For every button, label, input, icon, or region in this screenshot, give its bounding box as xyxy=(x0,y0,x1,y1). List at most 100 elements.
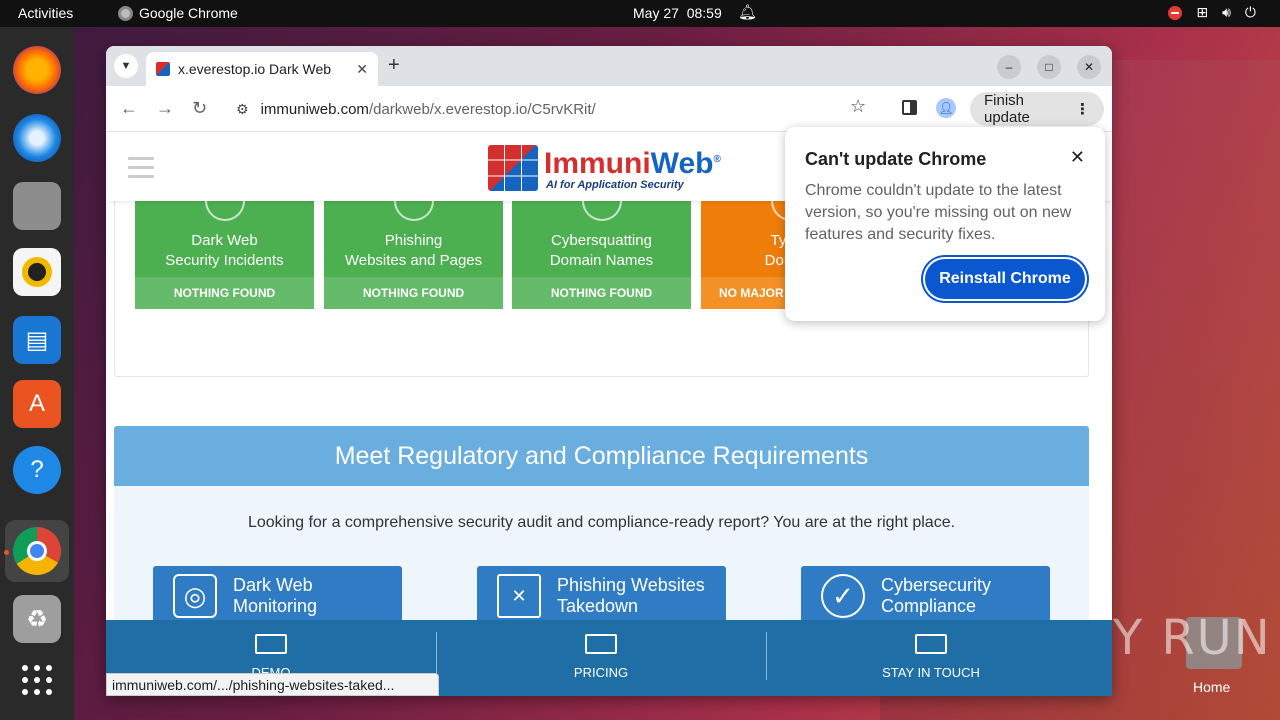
url-host: immuniweb.com xyxy=(260,100,369,118)
logo-web: Web xyxy=(650,147,714,180)
close-window-button[interactable]: ✕ xyxy=(1077,55,1101,79)
card-title-line2: Domain Names xyxy=(549,252,654,269)
tab-active[interactable]: x.everestop.io Dark Web ✕ xyxy=(146,52,378,86)
pricing-label: PRICING xyxy=(573,665,629,680)
logo-tagline: AI for Application Security xyxy=(546,179,684,191)
link-status-bubble: immuniweb.com/.../phishing-websites-take… xyxy=(106,673,439,696)
network-icon: ⊞ xyxy=(1196,4,1209,20)
chrome-icon[interactable] xyxy=(13,527,61,575)
card-status: NOTHING FOUND xyxy=(135,277,314,309)
writer-icon[interactable]: ▤ xyxy=(13,316,61,364)
stay-in-touch-button[interactable]: STAY IN TOUCH xyxy=(766,620,1096,696)
chart-icon xyxy=(255,634,287,654)
pricing-button[interactable]: PRICING xyxy=(436,620,766,696)
reload-button[interactable]: ↻ xyxy=(192,98,207,119)
popup-title: Can't update Chrome xyxy=(805,149,987,169)
service-line2: Takedown xyxy=(557,596,639,616)
bell-icon: 🔔︎ xyxy=(738,4,758,21)
bookmark-star-icon[interactable]: ☆ xyxy=(850,96,866,117)
card-title-line1: Phishing xyxy=(384,232,443,249)
time-label: 08:59 xyxy=(686,5,722,21)
do-not-disturb-icon xyxy=(1168,5,1183,20)
reinstall-chrome-button[interactable]: Reinstall Chrome xyxy=(925,259,1085,299)
service-line1: Cybersecurity xyxy=(881,575,992,595)
money-icon xyxy=(585,634,617,654)
card-status: NOTHING FOUND xyxy=(324,277,503,309)
site-info-icon[interactable]: ⚙ xyxy=(236,101,249,118)
chrome-icon xyxy=(118,5,133,21)
forward-button[interactable]: → xyxy=(156,98,174,119)
cybersecurity-compliance-button[interactable]: ✓ Cybersecurity Compliance xyxy=(801,566,1050,626)
toolbar: ← → ↻ ⚙ immuniweb.com/darkweb/x.everesto… xyxy=(106,86,1112,132)
top-bar: Activities Google Chrome May 27 08:59 🔔︎… xyxy=(0,0,1280,27)
envelope-icon xyxy=(915,634,947,654)
home-folder-label: Home xyxy=(1193,679,1231,695)
app-name-label: Google Chrome xyxy=(139,5,238,21)
back-button[interactable]: ← xyxy=(120,98,138,119)
thunderbird-icon[interactable] xyxy=(13,114,61,162)
url-path: /darkweb/x.everestop.io/C5rvKRit/ xyxy=(368,100,596,118)
card-cybersquatting[interactable]: Cybersquatting Domain Names NOTHING FOUND xyxy=(512,201,691,309)
service-line2: Monitoring xyxy=(233,596,318,616)
stay-in-touch-label: STAY IN TOUCH xyxy=(882,665,980,680)
tab-search-button[interactable]: ▼ xyxy=(114,54,138,78)
logo-registered: ® xyxy=(713,154,721,165)
update-error-popup: Can't update Chrome ✕ Chrome couldn't up… xyxy=(785,127,1105,321)
show-apps-icon[interactable] xyxy=(22,665,52,695)
service-line1: Phishing Websites xyxy=(557,575,705,595)
compliance-title: Meet Regulatory and Compliance Requireme… xyxy=(114,426,1089,486)
card-status: NOTHING FOUND xyxy=(512,277,691,309)
favicon-icon xyxy=(156,62,170,76)
cube-logo-icon xyxy=(488,145,538,191)
card-title-line2: Websites and Pages xyxy=(344,252,483,269)
side-panel-icon[interactable] xyxy=(902,100,917,115)
files-icon[interactable] xyxy=(13,182,61,230)
firefox-icon[interactable] xyxy=(13,46,61,94)
shield-icon xyxy=(205,201,245,221)
address-bar[interactable]: ⚙ immuniweb.com/darkweb/x.everestop.io/C… xyxy=(226,92,886,126)
new-tab-button[interactable]: + xyxy=(388,54,400,77)
activities-button[interactable]: Activities xyxy=(18,5,73,21)
certificate-icon xyxy=(582,201,622,221)
maximize-button[interactable]: □ xyxy=(1037,55,1061,79)
dock: ▤ A ? ♻ xyxy=(0,27,74,720)
card-dark-web[interactable]: Dark Web Security Incidents NOTHING FOUND xyxy=(135,201,314,309)
card-title-line2: Security Incidents xyxy=(165,252,284,269)
power-icon: ⏻ xyxy=(1244,4,1256,20)
hamburger-menu-icon[interactable] xyxy=(128,157,154,184)
close-icon[interactable]: ✕ xyxy=(1070,147,1085,168)
date-label: May 27 xyxy=(633,5,679,21)
dark-web-monitoring-button[interactable]: ◎ Dark Web Monitoring xyxy=(153,566,402,626)
clock[interactable]: May 27 08:59 xyxy=(633,5,722,21)
close-tab-icon[interactable]: ✕ xyxy=(356,61,368,78)
volume-icon: 🔊︎ xyxy=(1222,4,1231,20)
running-indicator xyxy=(4,550,9,555)
compliance-text: Looking for a comprehensive security aud… xyxy=(247,514,956,531)
trash-icon[interactable]: ♻ xyxy=(13,595,61,643)
hook-icon xyxy=(394,201,434,221)
more-menu-icon[interactable]: ⋮ xyxy=(1075,100,1090,118)
card-phishing[interactable]: Phishing Websites and Pages NOTHING FOUND xyxy=(324,201,503,309)
tab-strip: ▼ x.everestop.io Dark Web ✕ + – □ ✕ xyxy=(106,46,1112,86)
finish-update-label: Finish update xyxy=(984,92,1030,126)
app-center-icon[interactable]: A xyxy=(13,380,61,428)
popup-body: Chrome couldn't update to the latest ver… xyxy=(805,182,1072,243)
logo-immuni: Immuni xyxy=(544,147,651,180)
service-line1: Dark Web xyxy=(233,575,313,595)
minimize-button[interactable]: – xyxy=(997,55,1021,79)
camera-icon: ◎ xyxy=(173,574,217,618)
card-title-line1: Dark Web xyxy=(191,232,258,249)
service-line2: Compliance xyxy=(881,596,977,616)
finish-update-button[interactable]: Finish update ⋮ xyxy=(970,92,1104,126)
help-icon[interactable]: ? xyxy=(13,446,61,494)
app-menu[interactable]: Google Chrome xyxy=(118,5,238,21)
tab-title: x.everestop.io Dark Web xyxy=(178,61,332,77)
card-title-line1: Cybersquatting xyxy=(551,232,652,249)
system-tray[interactable]: ⊞ 🔊︎ ⏻ xyxy=(1168,4,1256,21)
phishing-takedown-button[interactable]: ✕ Phishing Websites Takedown xyxy=(477,566,726,626)
immuniweb-logo[interactable]: ImmuniWeb® AI for Application Security xyxy=(488,145,721,191)
profile-icon[interactable]: 👤︎ xyxy=(936,98,956,118)
rhythmbox-icon[interactable] xyxy=(13,248,61,296)
document-icon: ✕ xyxy=(497,574,541,618)
checkmark-icon: ✓ xyxy=(821,574,865,618)
